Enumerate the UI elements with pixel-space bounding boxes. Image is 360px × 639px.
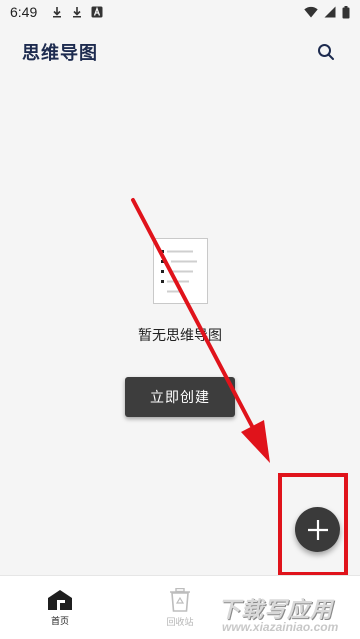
- download-icon: [73, 7, 82, 18]
- battery-icon: [342, 5, 350, 18]
- page-title: 思维导图: [22, 43, 98, 64]
- download-icon: [53, 7, 62, 18]
- status-time: 6:49: [10, 4, 38, 20]
- status-bar: 6:49: [0, 0, 360, 24]
- notification-a-icon: [91, 6, 103, 18]
- wifi-icon: [304, 6, 318, 18]
- nav-label-home: 首页: [50, 616, 69, 627]
- bottom-nav: 首页 回收站: [0, 575, 360, 639]
- home-icon: [48, 589, 72, 610]
- signal-icon: [324, 6, 336, 18]
- nav-item-home[interactable]: 首页: [0, 576, 120, 639]
- status-icons-left: [51, 6, 103, 18]
- mindmap-document-icon: [153, 238, 208, 304]
- search-icon: [318, 44, 334, 60]
- app-bar: 思维导图: [0, 24, 360, 80]
- nav-item-blank: [240, 576, 360, 639]
- status-icons-right: [304, 5, 350, 19]
- plus-icon: [307, 519, 328, 540]
- empty-state-message: 暂无思维导图: [138, 328, 222, 344]
- create-now-button[interactable]: 立即创建: [125, 377, 235, 417]
- annotation-arrow-head: [241, 420, 270, 463]
- nav-item-recycle-bin[interactable]: 回收站: [120, 576, 240, 639]
- search-button[interactable]: [314, 40, 338, 64]
- add-mindmap-fab[interactable]: [295, 507, 340, 552]
- recycle-bin-icon: [170, 587, 190, 612]
- nav-label-recycle-bin: 回收站: [166, 617, 194, 628]
